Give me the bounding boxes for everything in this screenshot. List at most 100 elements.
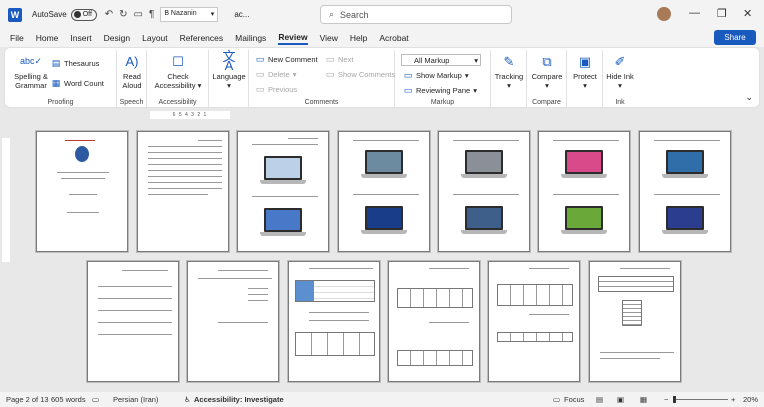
hide-ink-icon: ✐	[614, 53, 626, 69]
page-thumbnail-7[interactable]	[639, 131, 731, 252]
page-thumbnail-11[interactable]	[388, 261, 480, 382]
ribbon: abc✓ Spelling & Grammar ▤ Thesaurus ▦ Word…	[4, 47, 760, 108]
tab-layout[interactable]: Layout	[142, 33, 168, 43]
accessibility-icon: ♿	[184, 395, 191, 404]
compare-icon: ⧉	[542, 53, 552, 69]
tracking-group: ✎ Tracking ▾	[491, 50, 527, 107]
tab-acrobat[interactable]: Acrobat	[379, 33, 408, 43]
spelling-grammar-button[interactable]: abc✓ Spelling & Grammar	[9, 52, 53, 90]
next-comment-button[interactable]: ▭ Next	[325, 54, 354, 65]
undo-icon[interactable]: ↶	[105, 9, 113, 20]
read-aloud-button[interactable]: A) Read Aloud	[119, 52, 145, 91]
proofing-group: abc✓ Spelling & Grammar ▤ Thesaurus ▦ Word…	[5, 50, 117, 107]
laptop-image	[260, 156, 306, 186]
ribbon-collapse-icon[interactable]: ⌄	[745, 92, 753, 103]
delete-comment-button[interactable]: ▭ Delete ▾	[255, 69, 297, 80]
page-thumbnail-4[interactable]	[338, 131, 430, 252]
show-comments-button[interactable]: ▭ Show Comments	[325, 69, 395, 80]
laptop-image	[662, 150, 708, 180]
laptop-image	[561, 150, 607, 180]
next-comment-icon: ▭	[325, 54, 335, 64]
protect-icon: ▣	[578, 53, 592, 69]
compare-button[interactable]: ⧉ Compare ▾	[529, 52, 565, 91]
save-icon[interactable]: ▭	[133, 9, 142, 20]
page-thumbnail-6[interactable]	[538, 131, 630, 252]
language-status[interactable]: Persian (Iran)	[113, 395, 158, 404]
minimize-icon[interactable]: —	[689, 7, 700, 19]
horizontal-ruler: 6 5 4 3 2 1	[150, 111, 230, 119]
data-table	[622, 300, 642, 326]
rtl-paragraph-icon[interactable]: ¶	[149, 9, 154, 20]
read-mode-icon[interactable]: ▤	[596, 395, 603, 404]
page-thumbnail-10[interactable]	[288, 261, 380, 382]
document-title[interactable]: ac...	[234, 10, 249, 19]
laptop-image	[662, 206, 708, 236]
markup-group: All Markup ▾ ▭ Show Markup ▾ ▭ Reviewing Pa…	[395, 50, 491, 107]
word-count-icon: ▦	[51, 78, 61, 88]
show-comments-icon: ▭	[325, 69, 335, 79]
zoom-out-icon[interactable]: −	[664, 395, 668, 404]
avatar[interactable]	[657, 7, 671, 21]
word-count-button[interactable]: ▦ Word Count	[51, 78, 104, 89]
page-count[interactable]: Page 2 of 13	[6, 395, 49, 404]
focus-button[interactable]: Focus	[564, 395, 584, 404]
tab-view[interactable]: View	[320, 33, 338, 43]
comments-group: ▭ New Comment ▭ Delete ▾ ▭ Previous ▭ Next ▭…	[249, 50, 395, 107]
tab-help[interactable]: Help	[350, 33, 367, 43]
redo-icon[interactable]: ↻	[119, 9, 127, 20]
reviewing-pane-button[interactable]: ▭ Reviewing Pane ▾	[403, 85, 477, 96]
page-thumbnail-9[interactable]	[187, 261, 279, 382]
zoom-level[interactable]: 20%	[743, 395, 758, 404]
thesaurus-button[interactable]: ▤ Thesaurus	[51, 58, 100, 69]
page-thumbnail-12[interactable]	[488, 261, 580, 382]
font-name-box[interactable]: B Nazanin ▾	[160, 7, 219, 22]
page-thumbnail-2[interactable]	[137, 131, 229, 252]
tab-design[interactable]: Design	[104, 33, 130, 43]
previous-comment-button[interactable]: ▭ Previous	[255, 84, 297, 95]
reviewing-pane-icon: ▭	[403, 85, 413, 95]
show-markup-button[interactable]: ▭ Show Markup ▾	[403, 70, 469, 81]
language-button[interactable]: 文A Language ▾	[211, 49, 247, 90]
tab-home[interactable]: Home	[36, 33, 59, 43]
zoom-slider-thumb[interactable]	[673, 396, 676, 403]
tracking-icon: ✎	[503, 53, 515, 69]
display-for-review-select[interactable]: All Markup ▾	[401, 54, 481, 66]
thesaurus-icon: ▤	[51, 58, 61, 68]
search-input[interactable]: ⌕ Search	[320, 5, 512, 24]
title-bar: W AutoSave Off ↶ ↻ ▭ ¶ B Nazanin ▾ ac... …	[0, 0, 764, 29]
web-layout-icon[interactable]: ▦	[640, 395, 647, 404]
language-icon: 文A	[222, 49, 236, 73]
page-thumbnail-13[interactable]	[589, 261, 681, 382]
accessibility-status[interactable]: Accessibility: Investigate	[194, 395, 284, 404]
word-count[interactable]: 605 words	[51, 395, 86, 404]
hide-ink-button[interactable]: ✐ Hide Ink ▾	[605, 52, 635, 91]
zoom-in-icon[interactable]: +	[731, 395, 735, 404]
speech-group: A) Read Aloud Speech	[117, 50, 147, 107]
tab-insert[interactable]: Insert	[70, 33, 91, 43]
tab-references[interactable]: References	[180, 33, 223, 43]
show-markup-icon: ▭	[403, 70, 413, 80]
language-group: 文A Language ▾	[209, 50, 249, 107]
page-thumbnail-1[interactable]	[36, 131, 128, 252]
proofing-icon[interactable]: ▭	[92, 395, 99, 404]
page-thumbnail-3[interactable]	[237, 131, 329, 252]
new-comment-button[interactable]: ▭ New Comment	[255, 54, 318, 65]
restore-icon[interactable]: ❐	[717, 7, 727, 20]
tab-review[interactable]: Review	[278, 32, 308, 45]
page-thumbnail-5[interactable]	[438, 131, 530, 252]
close-icon[interactable]: ✕	[743, 7, 752, 20]
laptop-image	[260, 208, 306, 238]
share-button[interactable]: Share	[714, 30, 756, 45]
tracking-button[interactable]: ✎ Tracking ▾	[493, 52, 525, 91]
tab-file[interactable]: File	[10, 33, 24, 43]
protect-button[interactable]: ▣ Protect ▾	[569, 52, 601, 91]
zoom-slider[interactable]	[676, 399, 728, 400]
check-accessibility-button[interactable]: ☐ Check Accessibility ▾	[151, 52, 205, 91]
page-thumbnail-8[interactable]	[87, 261, 179, 382]
autosave-toggle[interactable]: Off	[70, 8, 97, 21]
print-layout-icon[interactable]: ▣	[617, 395, 624, 404]
autosave-label: AutoSave	[32, 10, 67, 19]
tab-mailings[interactable]: Mailings	[235, 33, 266, 43]
comments-group-label: Comments	[304, 99, 339, 106]
ink-group: ✐ Hide Ink ▾ Ink	[603, 50, 637, 107]
